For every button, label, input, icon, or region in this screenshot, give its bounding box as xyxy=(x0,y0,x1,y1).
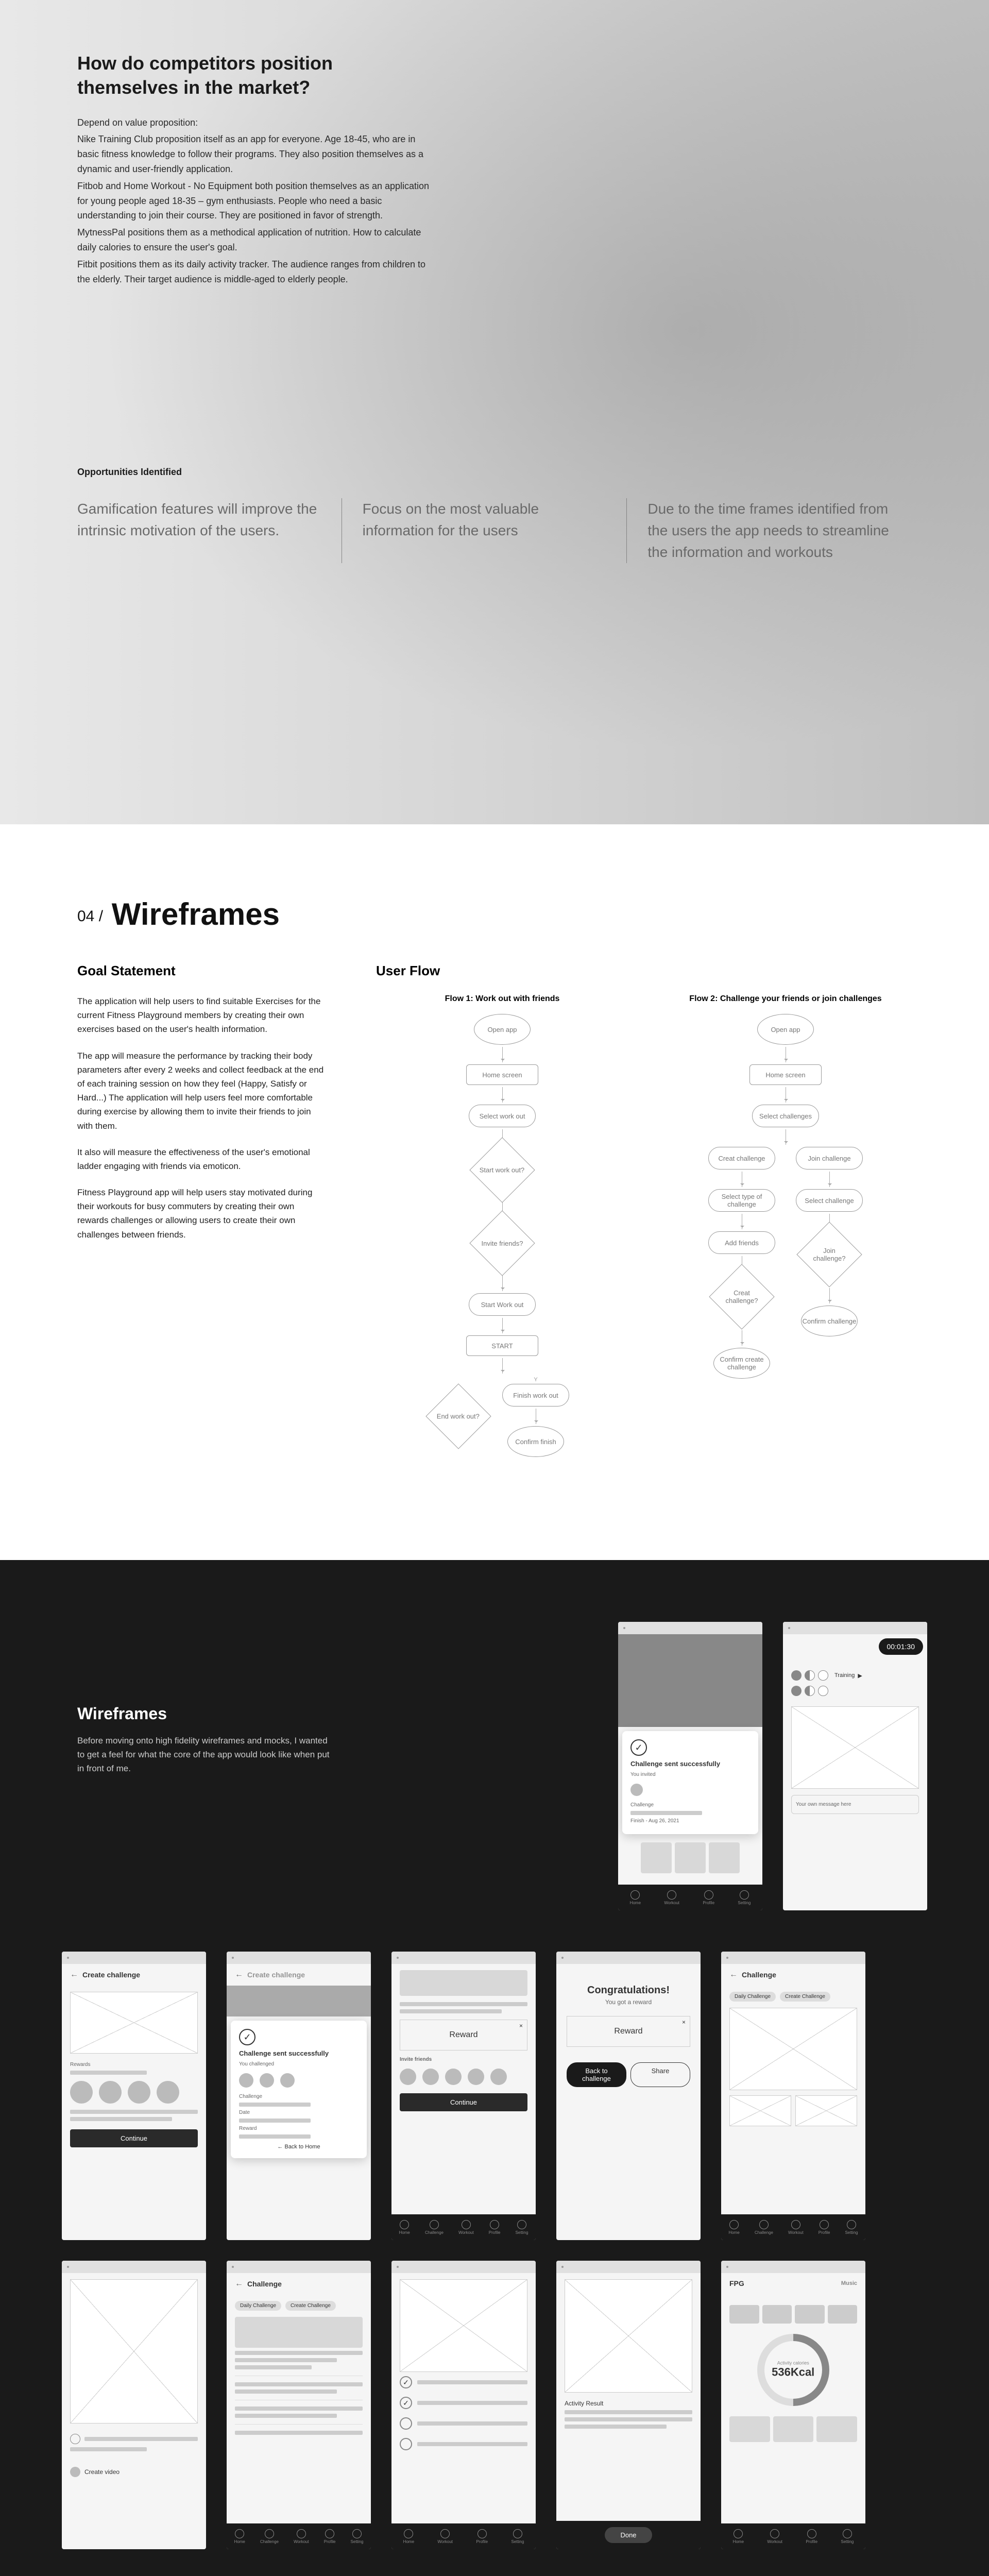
mock-congratulations: Congratulations! You got a reward ×Rewar… xyxy=(556,1952,701,2240)
goal-p3: Fitness Playground app will help users s… xyxy=(77,1185,325,1242)
competitors-intro: Depend on value proposition: xyxy=(77,115,438,130)
flow-node-join-q: Join challenge? xyxy=(796,1222,862,1287)
back-home-link: ← Back to Home xyxy=(239,2144,359,2150)
competitors-title: How do competitors position themselves i… xyxy=(77,52,438,100)
continue-button: Continue xyxy=(70,2129,198,2147)
flow-node-select-type: Select type of challenge xyxy=(708,1189,775,1212)
competitors-p1: Nike Training Club proposition itself as… xyxy=(77,132,438,176)
flow-node-confirm-finish: Confirm finish xyxy=(507,1426,564,1457)
opportunities-label: Opportunities Identified xyxy=(77,467,438,478)
mock-activity-result: Activity Result Done xyxy=(556,2261,701,2549)
goal-p2: The app will measure the performance by … xyxy=(77,1049,325,1133)
competitors-p2: Fitbob and Home Workout - No Equipment b… xyxy=(77,179,438,223)
flow-2: Flow 2: Challenge your friends or join c… xyxy=(659,994,912,1457)
done-button: Done xyxy=(605,2527,652,2543)
section-title: Wireframes xyxy=(112,897,280,931)
flow-1: Flow 1: Work out with friends Open app H… xyxy=(376,994,628,1457)
goal-p1: The application will help users to find … xyxy=(77,994,325,1037)
continue-button: Continue xyxy=(400,2093,527,2111)
flow-node-start-q: Start work out? xyxy=(469,1137,535,1202)
bottom-navbar: Home Workout Profile Setting xyxy=(618,1885,762,1910)
userflow-column: User Flow Flow 1: Work out with friends … xyxy=(376,963,912,1457)
back-to-challenge-button: Back to challenge xyxy=(567,2062,626,2087)
flow-node-select-challenge: Select challenge xyxy=(796,1189,863,1212)
flow-node-start: START xyxy=(466,1335,538,1356)
check-icon: ✓ xyxy=(400,2376,412,2388)
mock-row-3: Create video ←Challenge Daily Challenge … xyxy=(62,2261,927,2549)
flow-node-finish: Finish work out xyxy=(502,1384,569,1406)
mock-create-challenge-2: ←Create challenge Challenge sent success… xyxy=(227,1952,371,2240)
goal-column: Goal Statement The application will help… xyxy=(77,963,325,1457)
mock-create-challenge-1: ←Create challenge Rewards Continue xyxy=(62,1952,206,2240)
mock-reward-invite: × Reward Invite friends Continue Home Ch… xyxy=(391,1952,536,2240)
goal-title: Goal Statement xyxy=(77,963,325,979)
check-icon xyxy=(630,1739,647,1756)
share-button: Share xyxy=(630,2062,690,2087)
flow-node-home: Home screen xyxy=(749,1064,822,1085)
opportunities-row: Gamification features will improve the i… xyxy=(77,498,912,563)
modal-title: Challenge sent successfully xyxy=(630,1760,750,1768)
competitors-p4: Fitbit positions them as its daily activ… xyxy=(77,257,438,287)
flow-node-home: Home screen xyxy=(466,1064,538,1085)
opportunity-3: Due to the time frames identified from t… xyxy=(626,498,912,563)
mock-row-2: ←Create challenge Rewards Continue ←Crea… xyxy=(62,1952,927,2240)
congrats-title: Congratulations! xyxy=(567,1985,690,1996)
reward-box: × Reward xyxy=(400,2020,527,2050)
section-number: 04 / xyxy=(77,908,103,925)
section-heading: 04 / Wireframes xyxy=(77,896,912,932)
moon-phases-icon: Training ▶ xyxy=(791,1670,919,1681)
userflow-title: User Flow xyxy=(376,963,912,979)
congrats-sub: You got a reward xyxy=(567,1998,690,2006)
flow-node-select-workout: Select work out xyxy=(469,1105,536,1127)
mock-challenge-sent: Challenge sent successfully You invited … xyxy=(618,1622,762,1910)
back-arrow-icon: ← xyxy=(70,1970,78,1979)
opportunity-1: Gamification features will improve the i… xyxy=(77,498,342,563)
flow-node-start-workout: Start Work out xyxy=(469,1293,536,1316)
flow-node-end-q: End work out? xyxy=(425,1383,491,1449)
flow-node-invite-q: Invite friends? xyxy=(469,1210,535,1276)
calorie-value: 536Kcal xyxy=(772,2366,814,2379)
check-icon xyxy=(239,2029,255,2045)
flow-node-join-challenge: Join challenge xyxy=(796,1147,863,1170)
mock-fpg-calories: FPGMusic Activity calories 536Kcal Home xyxy=(721,2261,865,2549)
flow-node-confirm-create: Confirm create challenge xyxy=(713,1348,770,1379)
flow2-label: Flow 2: Challenge your friends or join c… xyxy=(659,994,912,1004)
progress-ring-icon: Activity calories 536Kcal xyxy=(742,2319,844,2421)
wireframes-white-section: 04 / Wireframes Goal Statement The appli… xyxy=(0,824,989,1560)
timer-badge: 00:01:30 xyxy=(879,1638,924,1655)
flow-node-create-q: Creat challenge? xyxy=(709,1264,774,1329)
wf-dark-title: Wireframes xyxy=(77,1704,335,1723)
competitors-section: How do competitors position themselves i… xyxy=(0,0,989,824)
flow-node-open-app: Open app xyxy=(474,1014,531,1045)
competitors-p3: MytnessPal positions them as a methodica… xyxy=(77,225,438,255)
flow-node-open-app: Open app xyxy=(757,1014,814,1045)
flow-node-confirm-challenge: Confirm challenge xyxy=(801,1306,858,1336)
flow-node-add-friends: Add friends xyxy=(708,1231,775,1254)
opportunity-2: Focus on the most valuable information f… xyxy=(342,498,627,563)
mock-challenge-list: ←Challenge Daily Challenge Create Challe… xyxy=(227,2261,371,2549)
mock-checklist: ✓ ✓ Home Workout Profile Setting xyxy=(391,2261,536,2549)
goal-p2b: It also will measure the effectiveness o… xyxy=(77,1145,325,1173)
close-icon: × xyxy=(519,2022,523,2029)
wf-dark-para: Before moving onto high fidelity wirefra… xyxy=(77,1734,335,1776)
flow-node-create-challenge: Creat challenge xyxy=(708,1147,775,1170)
flow1-label: Flow 1: Work out with friends xyxy=(376,994,628,1004)
mock-challenge-daily: ←Challenge Daily Challenge Create Challe… xyxy=(721,1952,865,2240)
mock-timer-training: 00:01:30 Training ▶ Your own message her… xyxy=(783,1622,927,1910)
flow-node-select-challenges: Select challenges xyxy=(752,1105,819,1127)
wireframes-dark-section: Wireframes Before moving onto high fidel… xyxy=(0,1560,989,2576)
mock-create-video: Create video xyxy=(62,2261,206,2549)
